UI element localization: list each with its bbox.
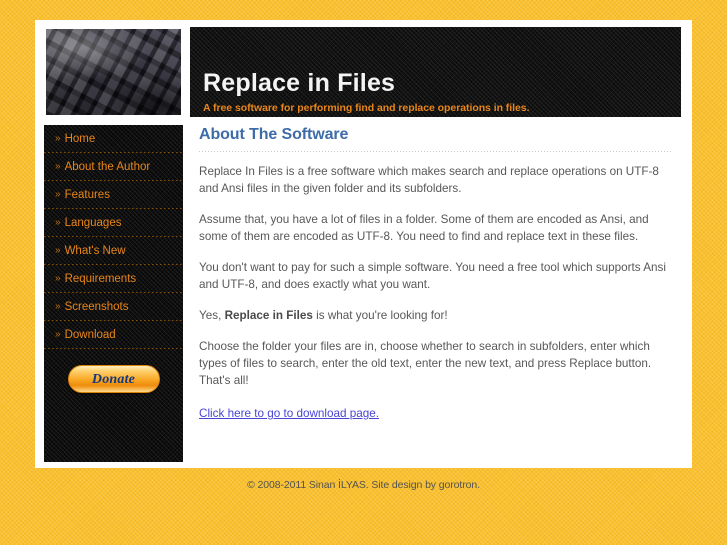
sidebar-nav: » Home » About the Author » Features » Langu… [44, 125, 183, 349]
site-logo-photo [44, 27, 183, 117]
site-tagline: A free software for performing find and … [203, 102, 530, 114]
paragraph-4-prefix: Yes, [199, 309, 225, 322]
chevron-right-icon: » [55, 133, 61, 144]
sidebar-item-home[interactable]: » Home [44, 125, 183, 153]
paragraph-4: Yes, Replace in Files is what you're loo… [199, 307, 673, 324]
sidebar-item-label: Screenshots [64, 301, 129, 313]
paragraph-1: Replace In Files is a free software whic… [199, 165, 659, 195]
sidebar-item-label: Requirements [64, 273, 137, 285]
chevron-right-icon: » [55, 329, 61, 340]
sidebar-item-label: Home [64, 133, 96, 145]
sidebar-item-label: About the Author [64, 161, 151, 173]
sidebar-item-requirements[interactable]: » Requirements [44, 265, 183, 293]
site-header: Replace in Files A free software for per… [190, 27, 681, 117]
sidebar: » Home » About the Author » Features » Langu… [44, 125, 183, 462]
chevron-right-icon: » [55, 189, 61, 200]
content-heading: About The Software [199, 126, 349, 143]
sidebar-item-label: Download [64, 329, 116, 341]
sidebar-item-label: Languages [64, 217, 122, 229]
footer: © 2008-2011 Sinan İLYAS. Site design by … [0, 479, 727, 491]
sidebar-item-about-the-author[interactable]: » About the Author [44, 153, 183, 181]
footer-copyright: © 2008-2011 Sinan İLYAS. Site design by … [247, 479, 480, 491]
sidebar-item-languages[interactable]: » Languages [44, 209, 183, 237]
chevron-right-icon: » [55, 273, 61, 284]
sidebar-item-download[interactable]: » Download [44, 321, 183, 349]
chevron-right-icon: » [55, 245, 61, 256]
chevron-right-icon: » [55, 161, 61, 172]
paragraph-2: Assume that, you have a lot of files in … [199, 213, 649, 243]
download-page-link[interactable]: Click here to go to download page. [199, 405, 379, 422]
main-content: About The Software Replace In Files is a… [199, 125, 673, 422]
sidebar-item-features[interactable]: » Features [44, 181, 183, 209]
donate-section: Donate [44, 365, 183, 393]
sidebar-item-label: Features [64, 189, 110, 201]
paragraph-4-suffix: is what you're looking for! [312, 309, 448, 322]
paragraph-3: You don't want to pay for such a simple … [199, 261, 666, 291]
page-title: Replace in Files [203, 69, 396, 97]
sidebar-item-label: What's New [64, 245, 126, 257]
chevron-right-icon: » [55, 217, 61, 228]
donate-button[interactable]: Donate [67, 365, 160, 393]
paragraph-4-bold: Replace in Files [224, 309, 313, 322]
keyboard-icon [46, 29, 181, 115]
sidebar-item-screenshots[interactable]: » Screenshots [44, 293, 183, 321]
sidebar-item-whats-new[interactable]: » What's New [44, 237, 183, 265]
chevron-right-icon: » [55, 301, 61, 312]
heading-divider [199, 151, 673, 152]
paragraph-5: Choose the folder your files are in, cho… [199, 340, 652, 387]
